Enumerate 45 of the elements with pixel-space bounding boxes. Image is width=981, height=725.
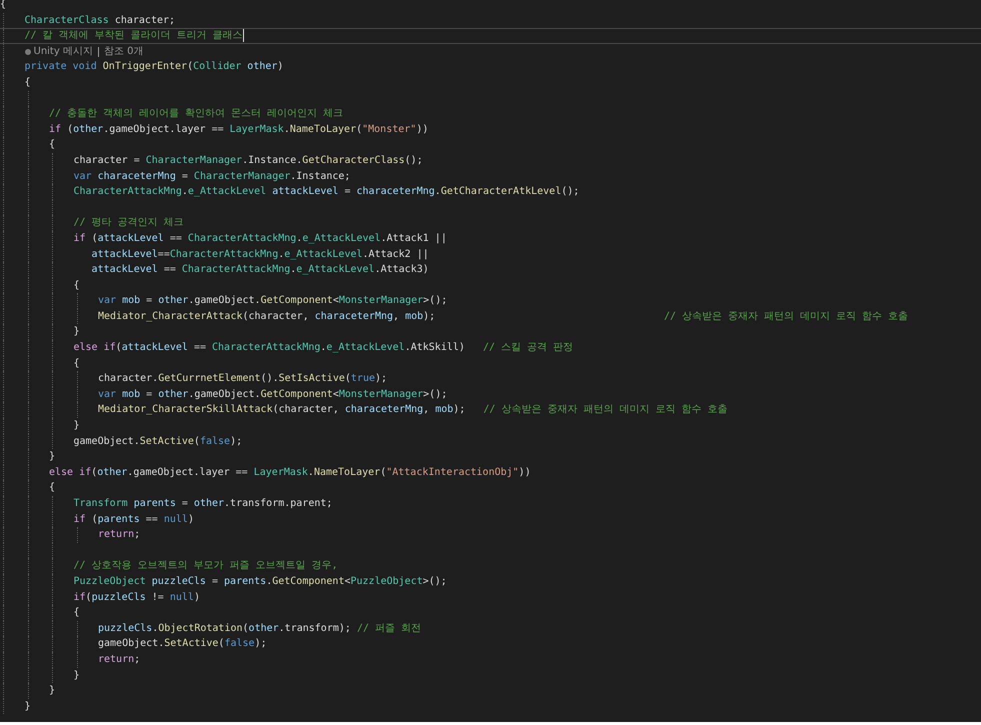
code-line: if (attackLevel == CharacterAttackMng.e_AttackLevel.Attack1 || bbox=[74, 232, 447, 246]
code-line: character.GetCurrnetElement().SetIsActive(true); bbox=[98, 372, 388, 386]
code-line: return; bbox=[98, 652, 140, 667]
code-line: else if(other.gameObject.layer == LayerMask.NameToLayer("AttackInteractionObj")) bbox=[49, 466, 531, 480]
code-line: Mediator_CharacterAttack(character, characeterMng, mob); // 상속받은 중재자 패턴의 데미지 로직 함수 호출 bbox=[98, 310, 908, 324]
text-cursor bbox=[242, 29, 244, 42]
code-line: // 충돌한 객체의 레이어를 확인하여 몬스터 레이어인지 체크 bbox=[49, 107, 344, 122]
code-line: puzzleCls.ObjectRotation(other.transform); // 퍼즐 회전 bbox=[98, 622, 422, 636]
code-line: gameObject.SetActive(false); bbox=[98, 637, 267, 652]
code-line: attackLevel == CharacterAttackMng.e_AttackLevel.Attack3) bbox=[90, 263, 429, 278]
code-line: Transform parents = other.transform.parent; bbox=[74, 497, 332, 511]
code-line: if (parents == null) bbox=[74, 512, 194, 527]
code-line: CharacterClass character; bbox=[24, 14, 176, 28]
code-line: { bbox=[74, 606, 80, 620]
code-line: { bbox=[74, 356, 80, 371]
codelens-link[interactable]: Unity 메시지 bbox=[34, 44, 93, 60]
code-line: } bbox=[74, 325, 80, 340]
code-line: gameObject.SetActive(false); bbox=[74, 434, 242, 449]
code-line: } bbox=[74, 419, 80, 434]
code-line: } bbox=[49, 684, 56, 698]
code-line: return; bbox=[98, 528, 140, 542]
code-line: if(puzzleCls != null) bbox=[74, 590, 200, 605]
code-line: { bbox=[49, 481, 56, 496]
code-line: var mob = other.gameObject.GetComponent<MonsterManager>(); bbox=[98, 294, 448, 308]
code-line: { bbox=[24, 76, 31, 90]
code-line: else if(attackLevel == CharacterAttackMng.e_AttackLevel.AtkSkill) // 스킬 공격 판정 bbox=[74, 341, 574, 356]
code-line: { bbox=[74, 278, 80, 293]
code-line: } bbox=[24, 700, 31, 714]
code-line: // 상호작용 오브젝트의 부모가 퍼즐 오브젝트일 경우, bbox=[74, 559, 338, 574]
code-line: var mob = other.gameObject.GetComponent<MonsterManager>(); bbox=[98, 388, 448, 402]
code-line: Mediator_CharacterSkillAttack(character, characeterMng, mob); // 상속받은 중재자 패턴의 데미지 로직 함수 호출 bbox=[98, 403, 728, 418]
code-line: // 평타 공격인지 체크 bbox=[74, 216, 184, 230]
code-line: var characeterMng = CharacterManager.Instance; bbox=[74, 170, 350, 184]
code-line: CharacterAttackMng.e_AttackLevel attackLevel = characeterMng.GetCharacterAtkLevel(); bbox=[74, 185, 580, 200]
code-line: PuzzleObject puzzleCls = parents.GetComponent<PuzzleObject>(); bbox=[74, 574, 447, 589]
codelens-link[interactable]: 참조 0개 bbox=[104, 44, 144, 60]
code-line: private void OnTriggerEnter(Collider other) bbox=[24, 60, 284, 74]
code-line: { bbox=[49, 138, 56, 152]
code-line: character = CharacterManager.Instance.GetCharacterClass(); bbox=[74, 154, 423, 168]
codelens-icon bbox=[24, 48, 30, 55]
code-line: } bbox=[74, 668, 80, 683]
code-line: } bbox=[49, 450, 56, 464]
code-line: if (other.gameObject.layer == LayerMask.NameToLayer("Monster")) bbox=[49, 122, 428, 137]
code-line: // 칼 객체에 부착된 콜라이더 트리거 클래스 bbox=[24, 29, 243, 44]
code-line: attackLevel==CharacterAttackMng.e_AttackLevel.Attack2 || bbox=[90, 248, 429, 262]
